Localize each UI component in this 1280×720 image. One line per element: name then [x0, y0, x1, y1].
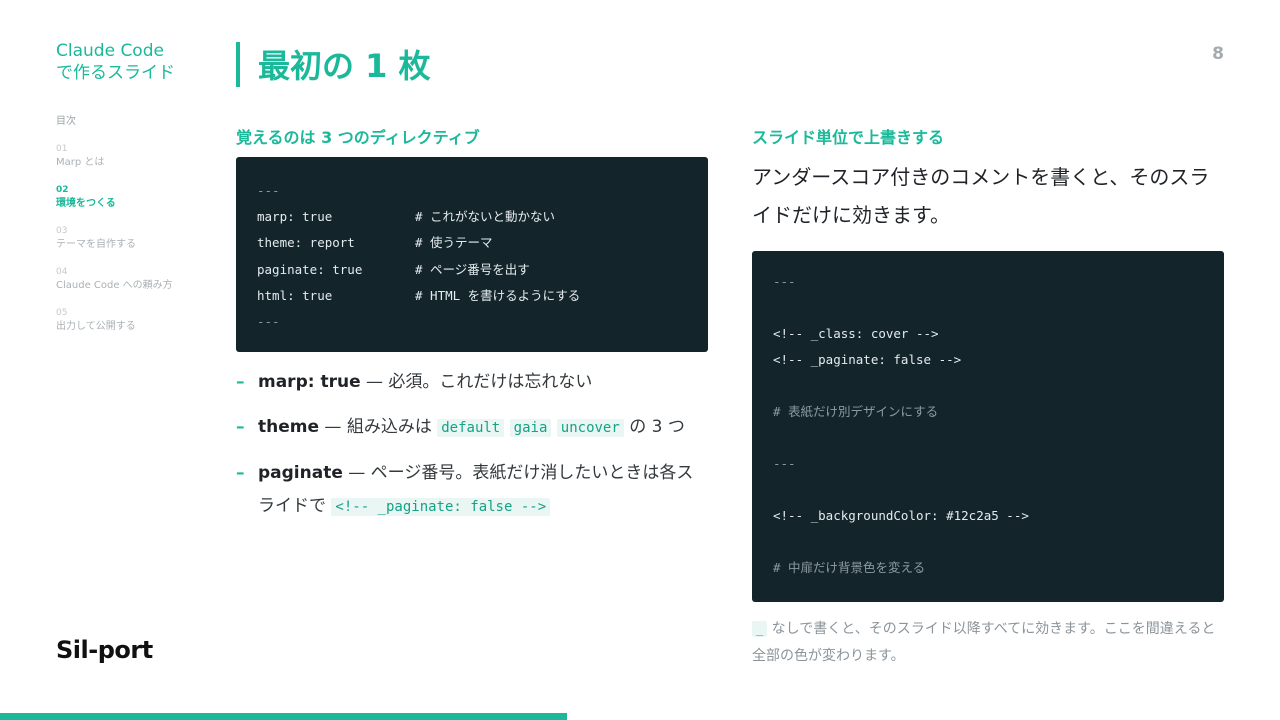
code-line: --- [257, 183, 280, 198]
code-line: <!-- _backgroundColor: #12c2a5 --> [773, 508, 1029, 523]
code-line: --- [773, 274, 796, 289]
code-key: paginate: true [257, 261, 363, 277]
code-line: --- [773, 456, 796, 471]
code-comment: # ページ番号を出す [415, 261, 530, 277]
code-comment: # これがないと動かない [415, 209, 556, 225]
code-line: --- [257, 313, 280, 329]
lead-paragraph: アンダースコア付きのコメントを書くと、そのスライドだけに効きます。 [752, 165, 1210, 227]
company-logo: Sil-port [56, 636, 153, 664]
bullet-dash-icon: – [236, 372, 245, 392]
inline-code: _ [752, 621, 768, 637]
footnote-text: なしで書くと、そのスライド以降すべてに効きます。ここを間違えると全部の色が変わり… [752, 621, 1216, 664]
footnote: _ なしで書くと、そのスライド以降すべてに効きます。ここを間違えると全部の色が変… [752, 616, 1224, 670]
toc-item-number: 01 [56, 144, 68, 154]
code-comment: # 使うテーマ [415, 235, 493, 251]
bullet-text: — 組み込みは [319, 417, 438, 437]
code-line: paginate: true # ページ番号を出す [257, 257, 687, 283]
toc-item-number: 03 [56, 226, 68, 236]
toc-item-number: 05 [56, 308, 68, 318]
toc-item-05[interactable]: 05 出力して公開する [56, 307, 226, 348]
bullet-term: paginate [258, 463, 343, 483]
page-number: 8 [1212, 44, 1224, 64]
toc-item-label: Claude Code への頼み方 [56, 280, 173, 291]
bullet-term: theme [258, 417, 320, 437]
list-item: – theme — 組み込みは default gaia uncover の 3… [236, 411, 708, 445]
code-line: html: true # HTML を書けるようにする [257, 283, 687, 309]
brand-line-2: で作るスライド [56, 63, 175, 83]
directive-list: – marp: true — 必須。これだけは忘れない – theme — 組み… [236, 366, 708, 536]
code-line: marp: true # これがないと動かない [257, 204, 687, 230]
toc-item-01[interactable]: 01 Marp とは [56, 143, 226, 184]
bullet-tail: の 3 つ [623, 417, 685, 437]
toc-item-number: 04 [56, 267, 68, 277]
progress-bar [0, 713, 568, 720]
bullet-dash-icon: – [236, 417, 245, 437]
toc-item-number: 02 [56, 185, 69, 195]
inline-code: uncover [556, 419, 624, 437]
code-key: theme: report [257, 235, 355, 251]
code-line: <!-- _paginate: false --> [773, 352, 962, 367]
code-comment: # HTML を書けるようにする [415, 287, 581, 303]
bullet-dash-icon: – [236, 463, 245, 483]
brand-title: Claude Code で作るスライド [56, 40, 175, 84]
list-item: – paginate — ページ番号。表紙だけ消したいときは各スライドで <!-… [236, 457, 708, 524]
table-of-contents: 01 Marp とは 02 環境をつくる 03 テーマを自作する 04 Clau… [56, 143, 226, 348]
code-line: # 表紙だけ別デザインにする [773, 404, 939, 419]
right-heading: スライド単位で上書きする [752, 128, 945, 147]
inline-code: gaia [509, 419, 552, 437]
toc-title: 目次 [56, 116, 76, 127]
toc-item-04[interactable]: 04 Claude Code への頼み方 [56, 266, 226, 307]
toc-item-label: 出力して公開する [56, 321, 136, 332]
toc-item-label: Marp とは [56, 157, 105, 168]
left-heading: 覚えるのは 3 つのディレクティブ [236, 128, 480, 147]
brand-line-1: Claude Code [56, 41, 164, 61]
code-line: <!-- _class: cover --> [773, 326, 939, 341]
override-code-block: --- <!-- _class: cover --> <!-- _paginat… [752, 251, 1224, 602]
bullet-text: — 必須。これだけは忘れない [360, 372, 593, 392]
toc-item-02[interactable]: 02 環境をつくる [56, 184, 226, 225]
code-line: # 中扉だけ背景色を変える [773, 560, 926, 575]
code-key: marp: true [257, 209, 333, 225]
inline-code: <!-- _paginate: false --> [331, 498, 551, 516]
toc-item-label: 環境をつくる [56, 198, 116, 209]
inline-code: default [437, 419, 505, 437]
code-line: theme: report # 使うテーマ [257, 230, 687, 256]
frontmatter-code-block: --- marp: true # これがないと動かない theme: report… [236, 157, 708, 352]
toc-item-03[interactable]: 03 テーマを自作する [56, 225, 226, 266]
page-title: 最初の 1 枚 [258, 47, 431, 85]
bullet-term: marp: true [258, 372, 361, 392]
toc-item-label: テーマを自作する [56, 239, 136, 250]
code-key: html: true [257, 287, 333, 303]
title-accent-bar [236, 42, 240, 87]
list-item: – marp: true — 必須。これだけは忘れない [236, 366, 708, 399]
